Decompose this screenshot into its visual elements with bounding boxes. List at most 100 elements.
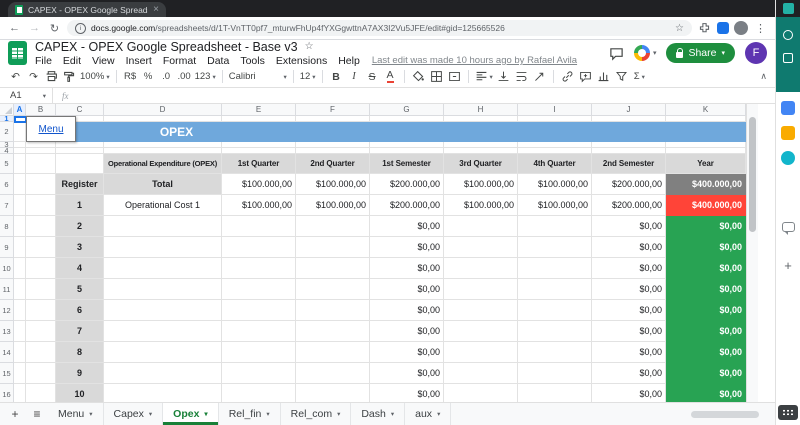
cell-A8[interactable] [14, 216, 26, 237]
row-header-15[interactable]: 15 [0, 363, 14, 384]
menu-format[interactable]: Format [163, 55, 196, 67]
feedback-chat-icon[interactable] [781, 222, 795, 235]
cell-G9[interactable]: $0,00 [370, 237, 444, 258]
cell-G15[interactable]: $0,00 [370, 363, 444, 384]
cell-E14[interactable] [222, 342, 296, 363]
cell-I9[interactable] [518, 237, 592, 258]
name-box[interactable]: A1 ▾ [0, 88, 52, 103]
decrease-decimals-button[interactable]: .0 [159, 69, 174, 85]
browser-tab[interactable]: CAPEX - OPEX Google Spreadsh × [8, 2, 166, 17]
select-all-corner[interactable] [0, 104, 14, 116]
cell-I15[interactable] [518, 363, 592, 384]
cell-A11[interactable] [14, 279, 26, 300]
doc-title[interactable]: CAPEX - OPEX Google Spreadsheet - Base v… [35, 40, 298, 54]
cell-J7[interactable]: $200.000,00 [592, 195, 666, 216]
cell-J14[interactable]: $0,00 [592, 342, 666, 363]
col-header-H[interactable]: H [444, 104, 518, 116]
drive-icon[interactable] [781, 126, 795, 140]
cell-G5[interactable]: 1st Semester [370, 154, 444, 174]
cell-B15[interactable] [26, 363, 56, 384]
fill-color-icon[interactable] [411, 69, 426, 85]
cell-D7[interactable]: Operational Cost 1 [104, 195, 222, 216]
cell-B8[interactable] [26, 216, 56, 237]
functions-button[interactable]: Σ ▾ [632, 69, 647, 85]
horizontal-scrollbar[interactable] [691, 410, 759, 418]
menu-insert[interactable]: Insert [126, 55, 152, 67]
strikethrough-button[interactable]: S [365, 69, 380, 85]
cell-C6[interactable]: Register [56, 174, 104, 195]
pinned-extension-icon[interactable] [717, 22, 729, 34]
row-header-2[interactable]: 2 [0, 122, 14, 142]
calendar-icon[interactable] [781, 101, 795, 115]
side-panel-apps-icon[interactable] [783, 53, 793, 63]
cell-G10[interactable]: $0,00 [370, 258, 444, 279]
url-bar[interactable]: i docs.google.com/spreadsheets/d/1T-VnTT… [67, 20, 692, 36]
cell-F10[interactable] [296, 258, 370, 279]
cell-A2[interactable] [14, 122, 26, 142]
cell-C10[interactable]: 4 [56, 258, 104, 279]
cell-C15[interactable]: 9 [56, 363, 104, 384]
text-color-button[interactable]: A [386, 70, 394, 83]
cell-B6[interactable] [26, 174, 56, 195]
cell-H6[interactable]: $100.000,00 [444, 174, 518, 195]
cell-E7[interactable]: $100.000,00 [222, 195, 296, 216]
insert-chart-icon[interactable] [596, 69, 611, 85]
cell-J9[interactable]: $0,00 [592, 237, 666, 258]
cell-B5[interactable] [26, 154, 56, 174]
merge-cells-icon[interactable] [447, 69, 462, 85]
phone-icon[interactable] [781, 151, 795, 165]
cell-K9[interactable]: $0,00 [666, 237, 746, 258]
cell-H2[interactable] [444, 122, 518, 142]
back-icon[interactable]: ← [7, 22, 22, 34]
row-header-7[interactable]: 7 [0, 195, 14, 216]
bold-button[interactable]: B [329, 69, 344, 85]
filter-icon[interactable] [614, 69, 629, 85]
sheet-tab-menu-icon[interactable]: ▾ [266, 410, 269, 418]
keyboard-button[interactable] [778, 405, 798, 420]
increase-decimals-button[interactable]: .00 [177, 69, 192, 85]
star-doc-icon[interactable]: ☆ [305, 41, 314, 52]
cell-E8[interactable] [222, 216, 296, 237]
vertical-align-icon[interactable] [496, 69, 511, 85]
cell-I16[interactable] [518, 384, 592, 402]
cell-E11[interactable] [222, 279, 296, 300]
font-size-select[interactable]: 12 ▾ [300, 69, 316, 85]
menu-cell-button[interactable]: Menu [26, 116, 76, 142]
cell-K11[interactable]: $0,00 [666, 279, 746, 300]
tab-close-icon[interactable]: × [153, 4, 159, 15]
sheet-tab-capex[interactable]: Capex ▾ [104, 403, 164, 425]
cell-K12[interactable]: $0,00 [666, 300, 746, 321]
horizontal-align-icon[interactable]: ▾ [475, 69, 493, 85]
row-header-16[interactable]: 16 [0, 384, 14, 402]
cell-C9[interactable]: 3 [56, 237, 104, 258]
row-header-13[interactable]: 13 [0, 321, 14, 342]
cell-J16[interactable]: $0,00 [592, 384, 666, 402]
cell-I2[interactable] [518, 122, 592, 142]
cell-C16[interactable]: 10 [56, 384, 104, 402]
col-header-B[interactable]: B [26, 104, 56, 116]
cell-D10[interactable] [104, 258, 222, 279]
cell-G7[interactable]: $200.000,00 [370, 195, 444, 216]
side-panel-add-icon[interactable]: + [784, 259, 792, 272]
cell-D12[interactable] [104, 300, 222, 321]
cell-A16[interactable] [14, 384, 26, 402]
cell-I11[interactable] [518, 279, 592, 300]
cell-C12[interactable]: 6 [56, 300, 104, 321]
cell-A13[interactable] [14, 321, 26, 342]
cell-H10[interactable] [444, 258, 518, 279]
cell-H12[interactable] [444, 300, 518, 321]
cell-B9[interactable] [26, 237, 56, 258]
cell-H9[interactable] [444, 237, 518, 258]
row-header-6[interactable]: 6 [0, 174, 14, 195]
cell-B16[interactable] [26, 384, 56, 402]
text-wrap-icon[interactable] [514, 69, 529, 85]
cell-E5[interactable]: 1st Quarter [222, 154, 296, 174]
menu-data[interactable]: Data [207, 55, 229, 67]
cell-D14[interactable] [104, 342, 222, 363]
cell-E13[interactable] [222, 321, 296, 342]
cell-G12[interactable]: $0,00 [370, 300, 444, 321]
sheet-tab-menu-icon[interactable]: ▾ [391, 410, 394, 418]
col-header-D[interactable]: D [104, 104, 222, 116]
all-sheets-button[interactable]: ≡ [26, 403, 48, 425]
cell-I7[interactable]: $100.000,00 [518, 195, 592, 216]
